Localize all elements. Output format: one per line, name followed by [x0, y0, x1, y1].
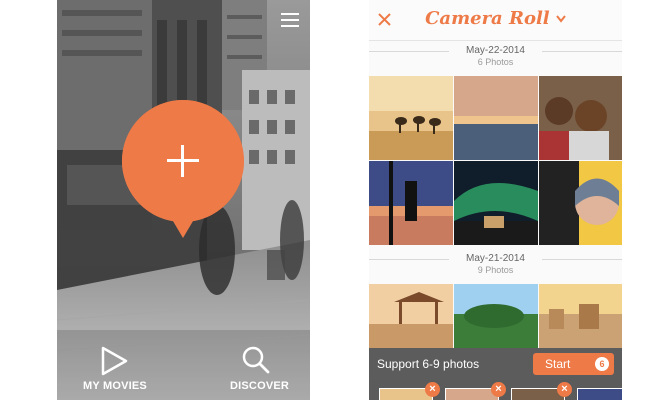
add-movie-button[interactable] — [120, 98, 246, 240]
home-screen: MY MOVIES DISCOVER — [57, 0, 310, 400]
remove-photo-button[interactable]: × — [425, 382, 440, 397]
photo-thumbnail[interactable] — [454, 284, 538, 348]
section-header: May-22-2014 6 Photos — [369, 45, 622, 68]
photo-thumbnail[interactable] — [369, 284, 453, 348]
photo-thumbnail[interactable] — [369, 76, 453, 160]
album-picker[interactable]: Camera Roll — [369, 8, 622, 29]
tab-discover-label: DISCOVER — [230, 380, 290, 392]
photo-thumbnail[interactable] — [454, 161, 538, 245]
support-hint: Support 6-9 photos — [377, 357, 480, 371]
magnifier-icon — [242, 346, 270, 374]
remove-photo-button[interactable]: × — [557, 382, 572, 397]
selection-bar: Support 6-9 photos Start 6 — [369, 348, 622, 380]
chevron-down-icon — [556, 15, 566, 23]
section-header: May-21-2014 9 Photos — [369, 253, 622, 276]
photo-thumbnail[interactable] — [369, 161, 453, 245]
section-photo-count: 9 Photos — [477, 265, 514, 275]
selected-count-badge: 6 — [595, 357, 609, 371]
hamburger-icon — [281, 13, 299, 27]
selected-thumbnail[interactable] — [577, 388, 622, 400]
start-button[interactable]: Start 6 — [533, 353, 614, 375]
photo-thumbnail[interactable] — [539, 284, 622, 348]
section-photo-count: 6 Photos — [477, 57, 514, 67]
page-title: Camera Roll — [425, 8, 550, 29]
camera-roll-screen: Camera Roll May-22-2014 6 Photos May-21-… — [369, 0, 622, 400]
start-button-label: Start — [545, 357, 571, 371]
photo-thumbnail[interactable] — [539, 161, 622, 245]
selected-photos-tray: × × × — [369, 380, 622, 400]
photo-thumbnail[interactable] — [454, 76, 538, 160]
plus-icon — [167, 145, 199, 177]
photo-thumbnail[interactable] — [539, 76, 622, 160]
remove-x-icon: × — [561, 383, 568, 395]
remove-photo-button[interactable]: × — [491, 382, 506, 397]
remove-x-icon: × — [495, 383, 502, 395]
camera-roll-header: Camera Roll — [369, 0, 622, 41]
play-icon — [101, 346, 128, 376]
menu-button[interactable] — [279, 10, 301, 30]
remove-x-icon: × — [429, 383, 436, 395]
tab-my-movies-label: MY MOVIES — [83, 380, 147, 392]
